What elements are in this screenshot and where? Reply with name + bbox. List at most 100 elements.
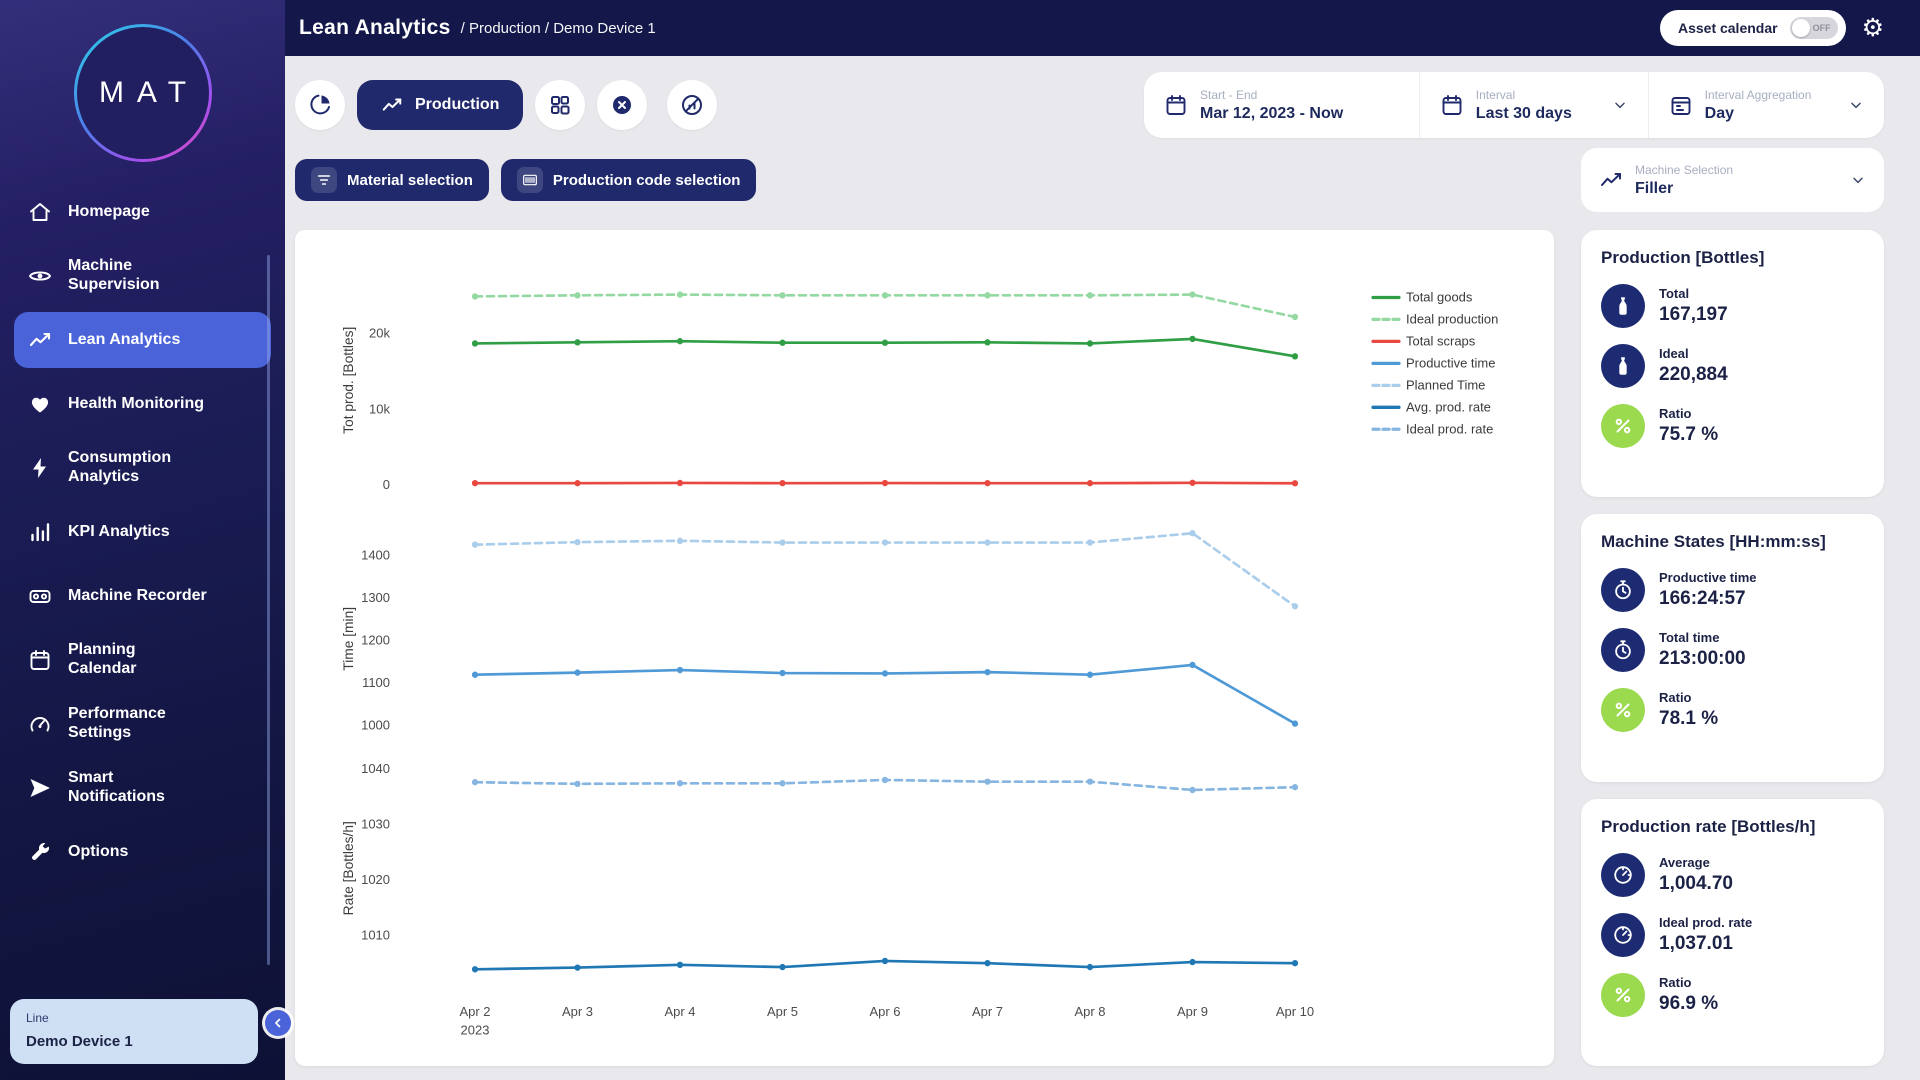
sidebar-item-machine-recorder[interactable]: Machine Recorder — [14, 568, 271, 624]
sidebar-item-machine-supervision[interactable]: Machine Supervision — [14, 248, 271, 304]
interval-label: Interval — [1476, 88, 1572, 102]
svg-text:Apr 2: Apr 2 — [459, 1004, 490, 1019]
rate-gauge-icon — [1601, 853, 1645, 897]
svg-text:1200: 1200 — [361, 632, 390, 647]
card-title: Production rate [Bottles/h] — [1601, 817, 1864, 837]
stat-label: Ratio — [1659, 690, 1718, 705]
production-stats-card: Production [Bottles] Total 167,197 — [1581, 230, 1884, 497]
sidebar-item-consumption-analytics[interactable]: Consumption Analytics — [14, 440, 271, 496]
sidebar-item-label: Smart Notifications — [68, 769, 165, 807]
stat-row: Ratio 96.9 % — [1601, 973, 1864, 1017]
svg-text:1300: 1300 — [361, 590, 390, 605]
sidebar-item-smart-notifications[interactable]: Smart Notifications — [14, 760, 271, 816]
chevron-down-icon — [1850, 172, 1866, 188]
svg-text:Apr 3: Apr 3 — [562, 1004, 593, 1019]
bar-chart-icon — [28, 520, 52, 544]
stat-row: Productive time 166:24:57 — [1601, 568, 1864, 612]
sidebar-item-lean-analytics[interactable]: Lean Analytics — [14, 312, 271, 368]
no-data-view-button[interactable] — [667, 80, 717, 130]
sidebar-item-label: Lean Analytics — [68, 331, 180, 350]
stat-texts: Ideal prod. rate 1,037.01 — [1659, 915, 1752, 955]
svg-text:1020: 1020 — [361, 872, 390, 887]
calendar-icon — [1440, 93, 1464, 117]
device-name: Demo Device 1 — [26, 1033, 242, 1050]
sidebar-item-homepage[interactable]: Homepage — [14, 184, 271, 240]
date-range-value: Mar 12, 2023 - Now — [1200, 105, 1343, 123]
production-tab-label: Production — [415, 96, 499, 114]
chevron-down-icon — [1612, 97, 1628, 113]
material-selection-button[interactable]: Material selection — [295, 159, 489, 201]
sidebar-item-planning-calendar[interactable]: Planning Calendar — [14, 632, 271, 688]
pie-chart-icon — [308, 93, 332, 117]
sidebar-item-label: Planning Calendar — [68, 641, 136, 679]
sidebar-item-label: Machine Supervision — [68, 257, 160, 295]
aggregation-label: Interval Aggregation — [1705, 88, 1812, 102]
sidebar-collapse-button[interactable] — [265, 1010, 291, 1036]
svg-text:1010: 1010 — [361, 927, 390, 942]
dashboard-row: 010k20kTot prod. [Bottles]10001100120013… — [295, 230, 1884, 1066]
production-chart: 010k20kTot prod. [Bottles]10001100120013… — [295, 230, 1554, 1066]
stat-row: Ratio 75.7 % — [1601, 404, 1864, 448]
svg-text:Apr 7: Apr 7 — [972, 1004, 1003, 1019]
stat-value: 96.9 % — [1659, 993, 1718, 1015]
pie-chart-view-button[interactable] — [295, 80, 345, 130]
sidebar-item-performance-settings[interactable]: Performance Settings — [14, 696, 271, 752]
sidebar-scrollbar[interactable] — [267, 255, 270, 965]
aggregation-select[interactable]: Interval Aggregation Day — [1648, 72, 1884, 138]
production-rate-card: Production rate [Bottles/h] Average 1,00… — [1581, 799, 1884, 1066]
sidebar-item-label: Health Monitoring — [68, 395, 204, 414]
sidebar-item-options[interactable]: Options — [14, 824, 271, 880]
line-chart-icon — [28, 328, 52, 352]
svg-text:20k: 20k — [369, 325, 390, 340]
stat-label: Productive time — [1659, 570, 1757, 585]
interval-value: Last 30 days — [1476, 105, 1572, 123]
production-code-selection-button[interactable]: Production code selection — [501, 159, 757, 201]
asset-calendar-label: Asset calendar — [1678, 20, 1778, 36]
barcode-icon — [517, 167, 543, 193]
scraps-view-button[interactable] — [597, 80, 647, 130]
cancel-circle-icon — [610, 93, 634, 117]
production-code-selection-label: Production code selection — [553, 172, 741, 189]
asset-calendar-toggle[interactable]: OFF — [1790, 17, 1838, 39]
bottle-icon — [1601, 284, 1645, 328]
date-range-picker[interactable]: Start - End Mar 12, 2023 - Now — [1144, 72, 1419, 138]
stat-value: 166:24:57 — [1659, 588, 1757, 610]
stat-label: Ideal prod. rate — [1659, 915, 1752, 930]
svg-text:Total scraps: Total scraps — [1406, 334, 1476, 349]
machine-selection-dropdown[interactable]: Machine Selection Filler — [1581, 148, 1884, 212]
sidebar-item-kpi-analytics[interactable]: KPI Analytics — [14, 504, 271, 560]
svg-text:1040: 1040 — [361, 761, 390, 776]
svg-text:1400: 1400 — [361, 547, 390, 562]
sidebar-item-health-monitoring[interactable]: Health Monitoring — [14, 376, 271, 432]
stats-column: Production [Bottles] Total 167,197 — [1581, 230, 1884, 1066]
grid-icon — [548, 93, 572, 117]
stat-label: Total time — [1659, 630, 1746, 645]
interval-select[interactable]: Interval Last 30 days — [1419, 72, 1648, 138]
stat-value: 213:00:00 — [1659, 648, 1746, 670]
send-icon — [28, 776, 52, 800]
heart-icon — [28, 392, 52, 416]
production-tab[interactable]: Production — [357, 80, 523, 130]
svg-text:Tot prod. [Bottles]: Tot prod. [Bottles] — [341, 327, 356, 434]
stat-texts: Ratio 78.1 % — [1659, 690, 1718, 730]
mat-logo: MAT — [74, 24, 212, 162]
device-line-label: Line — [26, 1011, 242, 1025]
eye-icon — [28, 264, 52, 288]
machine-selection-texts: Machine Selection Filler — [1635, 163, 1733, 198]
sidebar-item-label: Homepage — [68, 203, 150, 222]
stat-row: Average 1,004.70 — [1601, 853, 1864, 897]
sidebar-nav: Homepage Machine Supervision Lean Analyt… — [0, 184, 285, 880]
stat-label: Ideal — [1659, 346, 1728, 361]
svg-text:Rate [Bottles/h]: Rate [Bottles/h] — [341, 821, 356, 915]
machine-states-card: Machine States [HH:mm:ss] Productive tim… — [1581, 514, 1884, 781]
gear-icon[interactable]: ⚙ — [1862, 16, 1884, 41]
grid-view-button[interactable] — [535, 80, 585, 130]
line-chart-icon — [1599, 168, 1623, 192]
filter-lines-icon — [311, 167, 337, 193]
svg-text:Apr 9: Apr 9 — [1177, 1004, 1208, 1019]
stat-row: Ideal 220,884 — [1601, 344, 1864, 388]
stat-texts: Ideal 220,884 — [1659, 346, 1728, 386]
machine-selection-value: Filler — [1635, 180, 1733, 198]
asset-calendar-control[interactable]: Asset calendar OFF — [1660, 10, 1846, 46]
svg-text:Ideal prod. rate: Ideal prod. rate — [1406, 421, 1493, 436]
